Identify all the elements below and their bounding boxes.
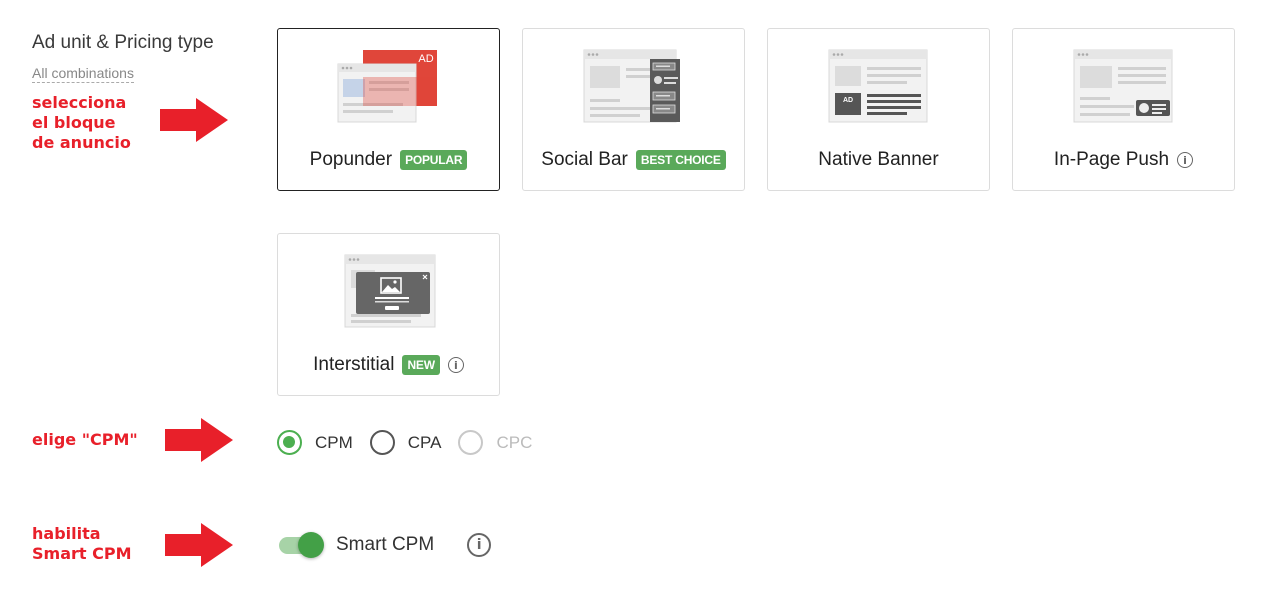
ad-unit-label-row: Native Banner	[768, 147, 989, 173]
smart-cpm-label: Smart CPM	[336, 534, 435, 555]
popunder-ad-text: AD	[418, 53, 433, 65]
best-choice-badge: BEST CHOICE	[635, 150, 726, 170]
info-icon[interactable]: i	[447, 357, 464, 373]
annotation-line: de anuncio	[32, 133, 131, 152]
radio-label: CPA	[407, 432, 442, 452]
ad-unit-name: Popunder	[309, 149, 393, 170]
radio-label: CPM	[315, 432, 353, 452]
ad-unit-name: Social Bar	[541, 149, 628, 170]
ad-unit-card-popunder[interactable]: AD Popunder POPULAR	[277, 28, 500, 191]
radio-button[interactable]	[369, 430, 395, 455]
ad-unit-name: In-Page Push	[1053, 149, 1170, 170]
in-page-push-illustration-icon	[1073, 49, 1172, 123]
toggle-knob[interactable]	[298, 532, 324, 558]
popunder-illustration-icon: AD	[337, 50, 437, 123]
arrow-right-icon	[165, 418, 233, 462]
radio-label: CPC	[496, 432, 533, 452]
annotation-select-block: selecciona el bloque de anuncio	[32, 93, 131, 153]
ad-unit-name: Native Banner	[818, 149, 939, 170]
pricing-option-cpm[interactable]: CPM	[277, 430, 353, 455]
radio-button-disabled	[458, 430, 484, 455]
info-icon[interactable]: i	[467, 533, 492, 557]
ad-unit-card-social-bar[interactable]: Social Bar BEST CHOICE	[522, 28, 745, 191]
pricing-option-cpa[interactable]: CPA	[369, 430, 442, 455]
ad-unit-label-row: Interstitial NEW i	[278, 352, 499, 378]
ad-unit-card-interstitial[interactable]: Interstitial NEW i	[277, 233, 500, 396]
pricing-option-cpc: CPC	[458, 430, 532, 455]
social-bar-illustration-icon	[583, 49, 680, 123]
ad-unit-label-row: Social Bar BEST CHOICE	[523, 147, 744, 173]
ad-unit-name: Interstitial	[313, 354, 395, 375]
radio-button-checked[interactable]	[277, 430, 302, 455]
info-icon[interactable]: i	[1177, 152, 1194, 168]
ad-unit-label-row: In-Page Push i	[1013, 147, 1234, 173]
ad-unit-card-in-page-push[interactable]: In-Page Push i	[1012, 28, 1235, 191]
smart-cpm-toggle[interactable]	[279, 530, 325, 560]
annotation-choose-cpm: elige "CPM"	[32, 430, 138, 449]
section-title: Ad unit & Pricing type	[32, 32, 214, 53]
annotation-line: habilita	[32, 524, 101, 543]
ad-unit-card-native-banner[interactable]: AD Native Banner	[767, 28, 990, 191]
all-combinations-link[interactable]: All combinations	[32, 65, 134, 83]
smart-cpm-row: Smart CPM i	[279, 530, 492, 560]
interstitial-illustration-icon	[344, 254, 435, 328]
annotation-line: el bloque	[32, 113, 116, 132]
ad-unit-label-row: Popunder POPULAR	[278, 147, 499, 173]
native-banner-illustration-icon: AD	[828, 49, 927, 123]
popular-badge: POPULAR	[400, 150, 468, 170]
annotation-line: selecciona	[32, 93, 127, 112]
annotation-enable-smart-cpm: habilita Smart CPM	[32, 524, 132, 564]
annotation-line: Smart CPM	[32, 544, 132, 563]
native-ad-text: AD	[842, 97, 852, 104]
pricing-type-radio-group: CPM CPA CPC	[277, 430, 549, 455]
arrow-right-icon	[165, 523, 233, 567]
arrow-right-icon	[160, 98, 228, 142]
new-badge: NEW	[402, 355, 440, 375]
